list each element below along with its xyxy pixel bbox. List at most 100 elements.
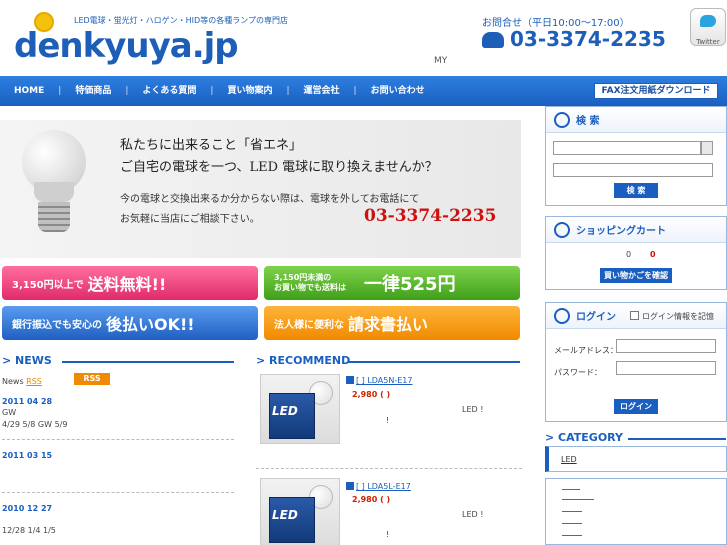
nav-item-shopping-guide[interactable]: 買い物案内 bbox=[213, 76, 286, 106]
site-tagline: LED電球・蛍光灯・ハロゲン・HID等の各種ランプの専門店 bbox=[74, 16, 288, 25]
product-box-label: LED bbox=[272, 404, 298, 418]
my-text: MY bbox=[434, 56, 448, 66]
login-panel-title: ログイン bbox=[576, 312, 616, 323]
invoice-payment-banner[interactable]: 法人様に便利な 請求書払い bbox=[264, 306, 520, 340]
banner-small-text: 3,150円未満の お買い物でも送料は bbox=[274, 273, 346, 293]
news-date: 2011 03 15 bbox=[2, 451, 53, 460]
login-button[interactable]: ログイン bbox=[614, 399, 658, 414]
category-subitem[interactable] bbox=[562, 489, 580, 490]
category-sublist bbox=[545, 478, 727, 545]
arrow-icon bbox=[346, 376, 354, 384]
contact-phone: 03-3374-2235 bbox=[482, 27, 666, 51]
banner-big-text: 後払いOK!! bbox=[106, 315, 195, 334]
news-date: 2011 04 28 bbox=[2, 397, 53, 406]
remember-checkbox[interactable] bbox=[630, 311, 639, 320]
news-date: 2010 12 27 bbox=[2, 504, 53, 513]
product-price: 2,980 ( ) bbox=[352, 495, 391, 504]
news-text: 4/29 5/8 GW 5/9 bbox=[2, 420, 68, 429]
view-cart-button[interactable]: 買い物かごを確認 bbox=[600, 268, 672, 283]
led-bulb-image bbox=[20, 130, 88, 242]
product-box-label: LED bbox=[272, 508, 298, 522]
twitter-label: Twitter bbox=[696, 38, 720, 46]
product-link[interactable]: [ ] LDA5L-E17 bbox=[346, 482, 411, 491]
category-subitem[interactable] bbox=[562, 511, 582, 512]
search-input[interactable] bbox=[553, 163, 713, 177]
category-item-led[interactable]: LED bbox=[561, 455, 577, 464]
banner-small-text: 3,150円以上で bbox=[12, 279, 84, 291]
category-title: > CATEGORY bbox=[545, 431, 624, 444]
hero-banner: 私たちに出来ること「省エネ」 ご自宅の電球を一つ、LED 電球に取り換えませんか… bbox=[0, 120, 521, 258]
banner-big-text: 送料無料!! bbox=[87, 275, 167, 294]
nav-item-company[interactable]: 運営会社 bbox=[290, 76, 354, 106]
news-text: 12/28 1/4 1/5 bbox=[2, 526, 56, 535]
logo-text: denkyuya.jp bbox=[14, 26, 239, 66]
product-description: LED ! bbox=[462, 405, 484, 414]
product-link[interactable]: [ ] LDA5N-E17 bbox=[346, 376, 412, 385]
lock-icon bbox=[554, 307, 570, 324]
nav-item-specials[interactable]: 特価商品 bbox=[61, 76, 125, 106]
news-rss-prefix: News bbox=[2, 377, 24, 386]
banner-big-text: 請求書払い bbox=[348, 315, 429, 334]
email-field[interactable] bbox=[616, 339, 716, 353]
product-description: LED ! bbox=[462, 510, 484, 519]
login-panel: ログイン ログイン情報を記憶 メールアドレス： パスワード： ログイン bbox=[545, 302, 727, 422]
nav-item-faq[interactable]: よくある質問 bbox=[128, 76, 210, 106]
arrow-icon bbox=[346, 482, 354, 490]
cart-icon bbox=[554, 221, 570, 238]
password-field[interactable] bbox=[616, 361, 716, 375]
rss-link[interactable]: RSS bbox=[26, 377, 42, 386]
hero-text-line2: お気軽に当店にご相談下さい。 bbox=[120, 214, 260, 225]
site-logo[interactable]: denkyuya.jp LED電球・蛍光灯・ハロゲン・HID等の各種ランプの専門… bbox=[14, 12, 288, 68]
hero-text-line1: 今の電球と交換出来るか分からない際は、電球を外してお電話にて bbox=[120, 194, 420, 205]
contact-phone-number: 03-3374-2235 bbox=[510, 27, 666, 51]
remember-label: ログイン情報を記憶 bbox=[642, 312, 714, 321]
search-button[interactable]: 検 索 bbox=[614, 183, 658, 198]
search-panel-header: 検 索 bbox=[546, 107, 726, 133]
remember-login[interactable]: ログイン情報を記憶 bbox=[630, 311, 714, 322]
news-separator bbox=[2, 439, 234, 440]
banner-small-text: 法人様に便利な bbox=[274, 319, 344, 331]
search-panel: 検 索 検 索 bbox=[545, 106, 727, 206]
category-subitem[interactable] bbox=[562, 535, 582, 536]
product-image[interactable]: LED bbox=[260, 374, 340, 444]
category-title-rule bbox=[628, 438, 726, 440]
nav-items: HOME | 特価商品 | よくある質問 | 買い物案内 | 運営会社 | お問… bbox=[0, 76, 439, 106]
phone-icon bbox=[482, 32, 504, 48]
cart-panel-title: ショッピングカート bbox=[576, 226, 666, 237]
news-text: GW bbox=[2, 408, 17, 417]
news-rss-row: News RSS bbox=[2, 377, 42, 386]
cart-item-count: 0 bbox=[626, 250, 632, 259]
cart-panel: ショッピングカート 0 0 買い物かごを確認 bbox=[545, 216, 727, 290]
rss-badge[interactable]: RSS bbox=[74, 373, 110, 385]
flat-shipping-banner[interactable]: 3,150円未満の お買い物でも送料は 一律525円 bbox=[264, 266, 520, 300]
hero-heading: 私たちに出来ること「省エネ」 bbox=[120, 138, 303, 153]
search-panel-title: 検 索 bbox=[576, 116, 600, 127]
category-subitem[interactable] bbox=[562, 523, 582, 524]
twitter-bird-icon bbox=[700, 15, 716, 27]
product-note: ! bbox=[386, 416, 390, 425]
fax-download-button[interactable]: FAX注文用紙ダウンロード bbox=[594, 83, 718, 99]
news-title-rule bbox=[62, 361, 234, 363]
product-price: 2,980 ( ) bbox=[352, 390, 391, 399]
pay-later-banner[interactable]: 銀行振込でも安心の 後払いOK!! bbox=[2, 306, 258, 340]
nav-item-home[interactable]: HOME bbox=[0, 76, 58, 106]
recommend-title-rule bbox=[348, 361, 520, 363]
cart-panel-header: ショッピングカート bbox=[546, 217, 726, 243]
email-label: メールアドレス： bbox=[554, 346, 618, 355]
category-select[interactable] bbox=[553, 141, 701, 155]
banner-big-text: 一律525円 bbox=[364, 274, 456, 295]
header: denkyuya.jp LED電球・蛍光灯・ハロゲン・HID等の各種ランプの専門… bbox=[0, 0, 727, 76]
twitter-button[interactable]: Twitter bbox=[690, 8, 726, 46]
category-item-box: LED bbox=[545, 446, 727, 472]
nav-item-contact[interactable]: お問い合わせ bbox=[357, 76, 439, 106]
product-image[interactable]: LED bbox=[260, 478, 340, 545]
recommend-title: > RECOMMEND bbox=[256, 354, 351, 367]
password-label: パスワード： bbox=[554, 368, 602, 377]
hero-subheading: ご自宅の電球を一つ、LED 電球に取り換えませんか？ bbox=[120, 160, 438, 175]
category-subitem[interactable] bbox=[562, 499, 594, 500]
product-name: [ ] LDA5L-E17 bbox=[356, 482, 411, 491]
chevron-down-icon[interactable] bbox=[701, 141, 713, 155]
banner-small-line2: お買い物でも送料は bbox=[274, 283, 346, 292]
cart-total: 0 bbox=[650, 250, 656, 259]
free-shipping-banner[interactable]: 3,150円以上で 送料無料!! bbox=[2, 266, 258, 300]
